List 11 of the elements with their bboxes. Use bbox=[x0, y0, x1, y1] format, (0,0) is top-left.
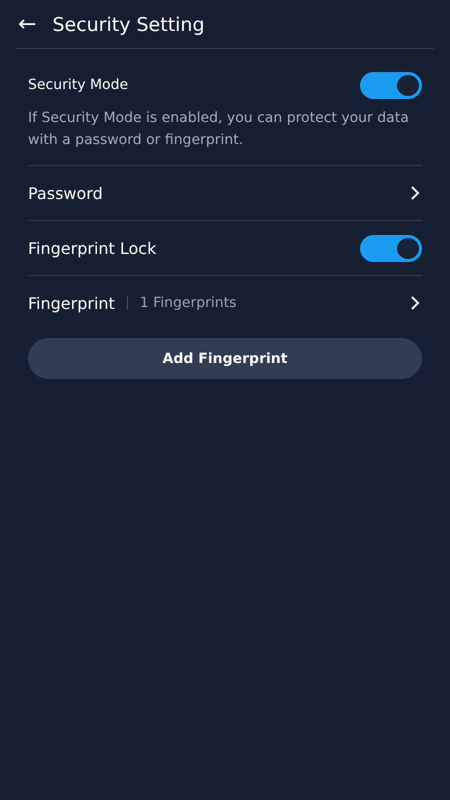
back-button[interactable]: ← bbox=[18, 14, 36, 36]
page-title: Security Setting bbox=[52, 14, 205, 36]
setting-label: Password bbox=[28, 184, 103, 202]
toggle-switch[interactable] bbox=[360, 72, 422, 98]
setting-label: Security Mode bbox=[28, 77, 128, 93]
setting-label: Fingerprint Lock bbox=[28, 238, 156, 258]
toggle-switch[interactable] bbox=[360, 234, 422, 262]
setting-label: Fingerprint bbox=[28, 294, 115, 312]
add-fingerprint-button[interactable]: Add Fingerprint bbox=[28, 338, 422, 379]
fingerprint-count: 1 Fingerprints bbox=[140, 295, 236, 311]
setting-description: If Security Mode is enabled, you can protect your data with a password or fingerprint. bbox=[28, 109, 410, 150]
